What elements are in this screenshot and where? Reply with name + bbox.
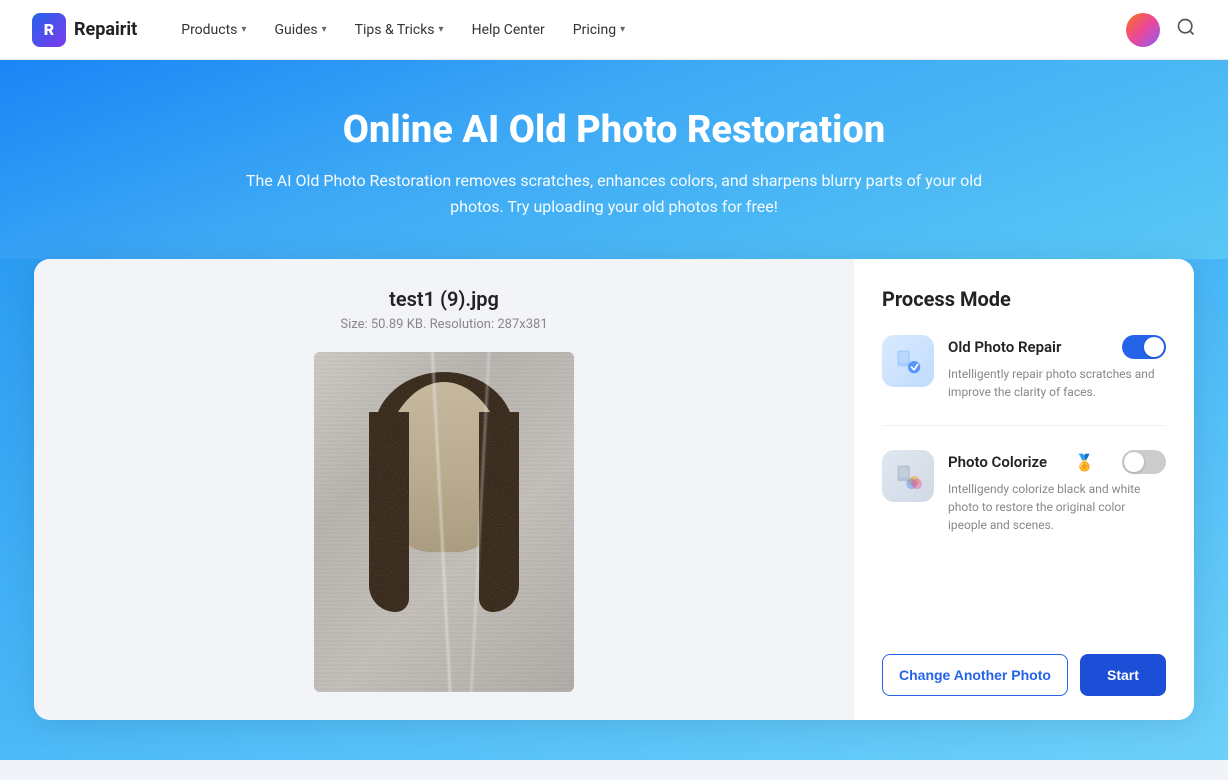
nav-tips[interactable]: Tips & Tricks ▾ — [343, 14, 456, 46]
brand-name: Repairit — [74, 19, 137, 40]
colorize-header: Photo Colorize 🏅 — [948, 450, 1166, 474]
left-panel: test1 (9).jpg Size: 50.89 KB. Resolution… — [34, 259, 854, 720]
main-card: test1 (9).jpg Size: 50.89 KB. Resolution… — [34, 259, 1194, 720]
colorize-name: Photo Colorize — [948, 453, 1047, 471]
change-photo-button[interactable]: Change Another Photo — [882, 654, 1068, 696]
avatar[interactable] — [1126, 13, 1160, 47]
nav-pricing[interactable]: Pricing ▾ — [561, 14, 637, 46]
photo-placeholder — [314, 352, 574, 692]
brand[interactable]: R Repairit — [32, 13, 137, 47]
nav-products[interactable]: Products ▾ — [169, 14, 258, 46]
toggle-knob — [1124, 452, 1144, 472]
chevron-down-icon: ▾ — [322, 24, 327, 35]
repair-desc: Intelligently repair photo scratches and… — [948, 365, 1166, 401]
colorize-info: Photo Colorize 🏅 Intelligendy colorize b… — [948, 450, 1166, 534]
navbar: R Repairit Products ▾ Guides ▾ Tips & Tr… — [0, 0, 1228, 60]
colorize-toggle[interactable] — [1122, 450, 1166, 474]
hero-section: Online AI Old Photo Restoration The AI O… — [0, 60, 1228, 259]
photo-grain-overlay — [314, 352, 574, 692]
hero-title: Online AI Old Photo Restoration — [20, 108, 1208, 152]
start-button[interactable]: Start — [1080, 654, 1166, 696]
file-meta: Size: 50.89 KB. Resolution: 287x381 — [340, 317, 547, 332]
repair-info: Old Photo Repair Intelligently repair ph… — [948, 335, 1166, 401]
mode-item-repair: Old Photo Repair Intelligently repair ph… — [882, 335, 1166, 401]
process-title: Process Mode — [882, 287, 1166, 311]
nav-guides[interactable]: Guides ▾ — [262, 14, 338, 46]
mode-divider — [882, 425, 1166, 426]
photo-frame — [314, 352, 574, 692]
repair-name: Old Photo Repair — [948, 338, 1061, 356]
search-icon[interactable] — [1176, 17, 1196, 42]
repair-toggle[interactable] — [1122, 335, 1166, 359]
colorize-icon — [882, 450, 934, 502]
action-row: Change Another Photo Start — [882, 654, 1166, 696]
brand-icon: R — [32, 13, 66, 47]
file-name: test1 (9).jpg — [389, 287, 499, 311]
right-panel: Process Mode Old Photo Repair — [854, 259, 1194, 720]
chevron-down-icon: ▾ — [241, 24, 246, 35]
nav-help[interactable]: Help Center — [460, 14, 557, 46]
nav-links: Products ▾ Guides ▾ Tips & Tricks ▾ Help… — [169, 14, 1126, 46]
chevron-down-icon: ▾ — [620, 24, 625, 35]
nav-right — [1126, 13, 1196, 47]
spacer — [882, 558, 1166, 638]
mode-item-colorize: Photo Colorize 🏅 Intelligendy colorize b… — [882, 450, 1166, 534]
toggle-knob — [1144, 337, 1164, 357]
hero-subtitle: The AI Old Photo Restoration removes scr… — [234, 168, 994, 219]
main-section: test1 (9).jpg Size: 50.89 KB. Resolution… — [0, 259, 1228, 760]
colorize-badge: 🏅 — [1075, 453, 1095, 472]
chevron-down-icon: ▾ — [439, 24, 444, 35]
repair-header: Old Photo Repair — [948, 335, 1166, 359]
repair-icon — [882, 335, 934, 387]
colorize-desc: Intelligendy colorize black and white ph… — [948, 480, 1166, 534]
